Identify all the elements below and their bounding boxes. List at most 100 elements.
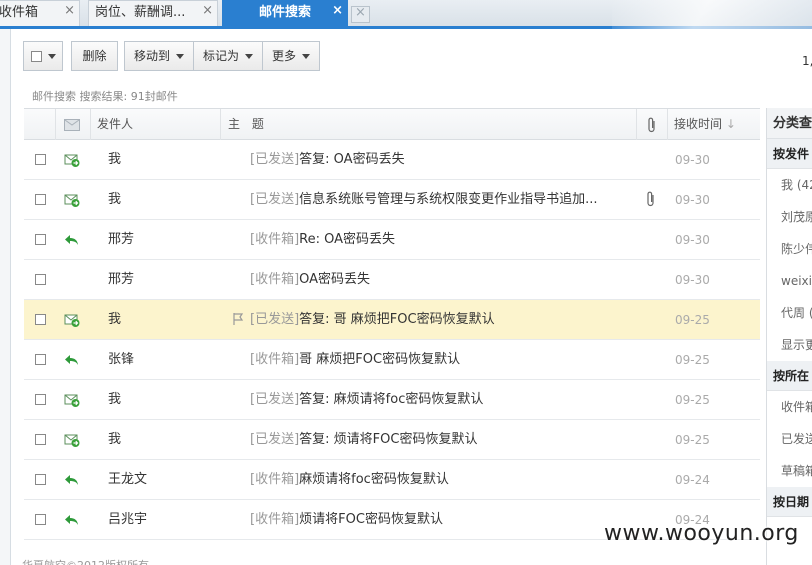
tab-inbox[interactable]: 收件箱 × [0,0,80,26]
paperclip-icon [648,117,655,133]
sender-name[interactable]: 我 [108,300,121,340]
sender-name[interactable]: 张锋 [108,340,134,380]
sent-mail-icon [64,154,80,167]
row-checkbox[interactable] [35,234,46,245]
subject-text: 麻烦请将foc密码恢复默认 [299,472,449,487]
folder-filter-item[interactable]: 草稿箱 [767,455,812,487]
mail-subject[interactable]: [收件箱]Re: OA密码丢失 [250,220,630,260]
attachment-icon [647,191,654,207]
sender-name[interactable]: 邢芳 [108,220,134,260]
subject-text: OA密码丢失 [299,272,371,287]
row-checkbox[interactable] [35,514,46,525]
close-icon[interactable]: × [332,1,343,23]
sender-name[interactable]: 我 [108,420,121,460]
show-more-link[interactable]: 显示更 [767,329,812,361]
tab-label: 岗位、薪酬调... [95,5,186,20]
row-checkbox[interactable] [35,154,46,165]
sender-name[interactable]: 吕兆宇 [108,500,147,540]
folder-tag: [已发送] [250,432,300,447]
delete-button[interactable]: 删除 [71,41,118,71]
row-checkbox[interactable] [35,434,46,445]
new-tab-button[interactable]: × [351,5,370,23]
by-date-section[interactable]: 按日期 [767,487,812,517]
row-checkbox[interactable] [35,194,46,205]
received-date: 09-25 [675,393,710,407]
folder-tag: [收件箱] [250,472,300,487]
folder-tag: [已发送] [250,192,300,207]
sender-name[interactable]: 我 [108,380,121,420]
subject-text: 答复: 烦请将FOC密码恢复默认 [299,432,478,447]
pager[interactable]: 1, [802,54,812,68]
sender-filter-item[interactable]: 刘茂原 [767,201,812,233]
mail-subject[interactable]: [收件箱]哥 麻烦把FOC密码恢复默认 [250,340,630,380]
sender-filter-item[interactable]: 我 (42 [767,169,812,201]
table-row[interactable]: 我 [已发送]答复: 烦请将FOC密码恢复默认 09-25 [24,420,760,460]
header-sender[interactable]: 发件人 [90,109,220,140]
header-type-col[interactable] [55,109,90,140]
tab-salary[interactable]: 岗位、薪酬调... × [88,0,218,26]
table-row[interactable]: 我 [已发送]信息系统账号管理与系统权限变更作业指导书追加... 09-30 [24,180,760,220]
sender-filter-item[interactable]: 代周 ( [767,297,812,329]
row-checkbox[interactable] [35,314,46,325]
chevron-down-icon [302,54,310,59]
more-label: 更多 [271,49,296,63]
replied-icon [65,235,78,245]
more-button[interactable]: 更多 [262,41,320,71]
received-date: 09-24 [675,473,710,487]
subject-text: 答复: 哥 麻烦把FOC密码恢复默认 [299,312,495,327]
select-all-dropdown[interactable] [23,41,63,71]
sent-mail-icon [64,314,80,327]
received-date: 09-30 [675,193,710,207]
table-row[interactable]: 我 [已发送]答复: 哥 麻烦把FOC密码恢复默认 09-25 [24,300,760,340]
table-row[interactable]: 邢芳 [收件箱]Re: OA密码丢失 09-30 [24,220,760,260]
by-folder-section[interactable]: 按所在 [767,361,812,391]
mail-subject[interactable]: [已发送]答复: 麻烦请将foc密码恢复默认 [250,380,630,420]
row-checkbox[interactable] [35,394,46,405]
table-row[interactable]: 邢芳 [收件箱]OA密码丢失 09-30 [24,260,760,300]
search-result-info: 邮件搜索 搜索结果: 91封邮件 [32,90,178,103]
header-subject-prefix: 主 [228,117,241,131]
mail-subject[interactable]: [已发送]答复: OA密码丢失 [250,140,630,180]
header-checkbox-col [24,109,55,140]
mark-as-button[interactable]: 标记为 [193,41,263,71]
flag-icon[interactable] [232,312,244,326]
header-received[interactable]: 接收时间 ↓ [667,109,760,140]
sent-mail-icon [64,434,80,447]
delete-label: 删除 [82,49,107,63]
mail-subject[interactable]: [收件箱]OA密码丢失 [250,260,630,300]
folder-filter-item[interactable]: 收件箱 [767,391,812,423]
mail-subject[interactable]: [已发送]答复: 烦请将FOC密码恢复默认 [250,420,630,460]
subject-text: Re: OA密码丢失 [299,232,396,247]
table-row[interactable]: 我 [已发送]答复: OA密码丢失 09-30 [24,140,760,180]
mail-subject[interactable]: [已发送]信息系统账号管理与系统权限变更作业指导书追加... [250,180,630,220]
folder-filter-item[interactable]: 已发送 [767,423,812,455]
sender-name[interactable]: 我 [108,180,121,220]
sender-filter-item[interactable]: 陈少伟 [767,233,812,265]
table-row[interactable]: 王龙文 [收件箱]麻烦请将foc密码恢复默认 09-24 [24,460,760,500]
mail-subject[interactable]: [收件箱]麻烦请将foc密码恢复默认 [250,460,630,500]
by-sender-section[interactable]: 按发件 [767,139,812,169]
mail-subject[interactable]: [收件箱]烦请将FOC密码恢复默认 [250,500,630,540]
close-icon[interactable]: × [202,1,213,23]
sender-name[interactable]: 王龙文 [108,460,147,500]
left-rail [0,29,11,565]
chevron-down-icon [245,54,253,59]
header-subject[interactable]: 主 题 [220,109,636,140]
row-checkbox[interactable] [35,354,46,365]
table-row[interactable]: 张锋 [收件箱]哥 麻烦把FOC密码恢复默认 09-25 [24,340,760,380]
row-checkbox[interactable] [35,274,46,285]
move-to-button[interactable]: 移动到 [124,41,194,71]
sender-name[interactable]: 我 [108,140,121,180]
subject-text: 答复: OA密码丢失 [299,152,405,167]
mail-subject[interactable]: [已发送]答复: 哥 麻烦把FOC密码恢复默认 [250,300,630,340]
row-checkbox[interactable] [35,474,46,485]
folder-tag: [收件箱] [250,232,300,247]
select-all-checkbox[interactable] [30,51,42,62]
table-row[interactable]: 我 [已发送]答复: 麻烦请将foc密码恢复默认 09-25 [24,380,760,420]
close-icon[interactable]: × [64,1,75,23]
sender-name[interactable]: 邢芳 [108,260,134,300]
sender-filter-item[interactable]: weixin [767,265,812,297]
header-attachment-col[interactable] [636,109,667,140]
subject-text: 烦请将FOC密码恢复默认 [299,512,443,527]
tab-mail-search[interactable]: 邮件搜索 × [222,0,348,26]
